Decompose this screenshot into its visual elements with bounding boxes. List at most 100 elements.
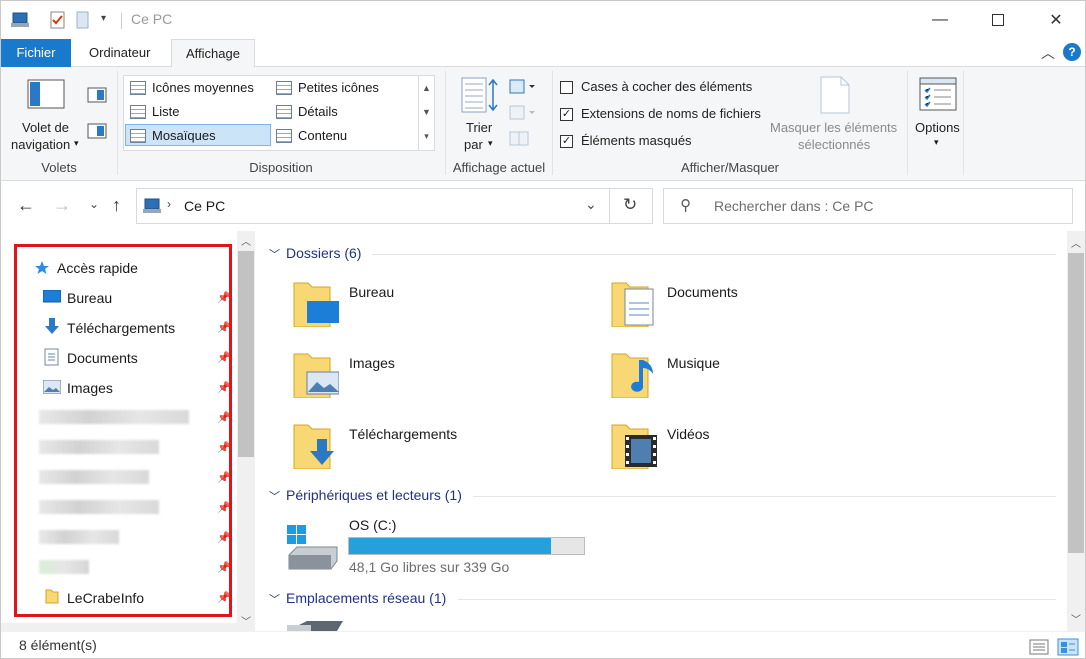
up-arrow-icon[interactable]: ↑ [112,195,121,216]
section-divider [458,599,1056,600]
documents-folder-icon [611,282,654,327]
scroll-up-icon[interactable]: ︿ [1071,235,1081,250]
qat-separator [121,13,122,29]
new-folder-icon[interactable] [75,11,91,29]
address-bar[interactable]: › Ce PC ⌄ ↻ [136,188,653,224]
breadcrumb-chevron-icon[interactable]: › [167,197,171,211]
sort-dropdown-icon[interactable]: ▾ [488,138,493,149]
drive-tile-c[interactable]: OS (C:) 48,1 Go libres sur 339 Go [285,515,625,575]
options-icon[interactable] [919,77,957,111]
ribbon-tabs: Fichier Ordinateur Affichage ︿ ? [1,39,1085,68]
hidden-items-checkbox[interactable]: ✓ [560,135,573,148]
hidden-items-toggle[interactable]: ✓ Éléments masqués [560,133,770,151]
layout-label: Icônes moyennes [152,80,254,95]
folder-tile-documents[interactable]: Documents [611,277,911,333]
ribbon-separator [117,71,118,175]
layout-label: Détails [298,104,338,119]
layout-medium-icons[interactable]: Icônes moyennes [126,77,270,99]
back-arrow-icon[interactable]: ← [17,195,35,216]
section-collapse-icon[interactable]: ﹀ [269,246,280,262]
section-devices-header[interactable]: Périphériques et lecteurs (1) [286,487,462,503]
nav-pane-dropdown-icon[interactable]: ▾ [74,138,79,149]
options-dropdown-icon[interactable]: ▾ [934,137,939,148]
computer-icon[interactable] [11,11,31,29]
item-checkboxes-toggle[interactable]: Cases à cocher des éléments [560,79,770,97]
section-folders-header[interactable]: Dossiers (6) [286,245,361,261]
breadcrumb-path[interactable]: Ce PC [184,198,225,214]
folder-tile-telechargements[interactable]: Téléchargements [293,419,593,475]
nav-scrollbar[interactable]: ︿ ﹀ [237,231,255,631]
explorer-window: ▾ Ce PC — ✕ Fichier Ordinateur Affichage… [0,0,1086,659]
nav-pane-label-2: navigation [11,137,71,152]
hide-selected-label-1: Masquer les éléments [770,120,898,135]
nav-pane-label-1: Volet de [22,120,69,135]
pictures-folder-icon [293,353,339,398]
collapse-ribbon-icon[interactable]: ︿ [1041,43,1055,63]
network-location-icon[interactable] [287,617,347,631]
scroll-down-icon[interactable]: ﹀ [1071,611,1081,626]
search-input[interactable]: Rechercher dans : Ce PC [714,198,874,214]
tab-ordinateur[interactable]: Ordinateur [75,39,164,67]
details-pane-icon[interactable] [87,123,107,139]
scroll-up-icon[interactable]: ︿ [241,233,251,248]
refresh-icon[interactable]: ↻ [623,195,637,215]
qat-dropdown-icon[interactable]: ▾ [101,13,106,24]
details-icon [276,105,292,119]
content-scrollbar[interactable]: ︿ ﹀ [1067,231,1085,631]
address-dropdown-icon[interactable]: ⌄ [585,196,597,213]
section-collapse-icon[interactable]: ﹀ [269,488,280,504]
recent-locations-icon[interactable]: ⌄ [89,197,99,211]
sort-label-1: Trier [466,120,493,135]
nav-scroll-thumb[interactable] [238,251,254,457]
volets-group-label: Volets [41,160,77,175]
search-box[interactable]: ⚲ Rechercher dans : Ce PC [663,188,1073,224]
folder-name: Vidéos [667,426,710,442]
folder-tile-musique[interactable]: Musique [611,348,911,404]
layout-list[interactable]: Liste [126,101,270,123]
maximize-button[interactable] [969,1,1027,39]
details-view-icon[interactable] [1029,639,1049,655]
minimize-button[interactable]: — [911,1,969,39]
file-extensions-checkbox[interactable]: ✓ [560,108,573,121]
preview-pane-icon[interactable] [87,87,107,103]
content-icon [276,129,292,143]
section-divider [473,496,1056,497]
add-columns-icon [509,105,535,120]
layout-details[interactable]: Détails [272,101,416,123]
group-by-icon[interactable] [509,79,537,95]
drive-name: OS (C:) [349,517,397,533]
close-button[interactable]: ✕ [1027,1,1085,39]
section-network-header[interactable]: Emplacements réseau (1) [286,590,446,606]
layout-content[interactable]: Contenu [272,125,416,147]
tab-affichage[interactable]: Affichage [171,39,255,68]
title-bar: ▾ Ce PC — ✕ [1,1,1085,39]
hide-selected-icon [820,76,850,114]
options-label[interactable]: Options [915,120,960,135]
nav-horizontal-scrollbar[interactable] [1,623,237,631]
folder-tile-images[interactable]: Images [293,348,593,404]
windows-drive-icon [287,525,338,570]
layout-tiles[interactable]: Mosaïques [125,124,271,146]
videos-folder-icon [611,424,657,469]
gallery-scroll[interactable]: ▲ ▼ ▾ [419,75,435,151]
downloads-folder-icon [293,424,334,469]
forward-arrow-icon[interactable]: → [53,195,71,216]
tiles-view-icon[interactable] [1057,638,1079,656]
tab-fichier[interactable]: Fichier [1,39,71,67]
folder-tile-bureau[interactable]: Bureau [293,277,593,333]
content-scroll-thumb[interactable] [1068,253,1084,553]
status-bar: 8 élément(s) [1,631,1085,658]
item-checkboxes-checkbox[interactable] [560,81,573,94]
desktop-folder-icon [293,282,339,327]
properties-icon[interactable] [49,11,67,29]
show-hide-group-label: Afficher/Masquer [680,160,780,175]
scroll-down-icon[interactable]: ﹀ [241,613,251,628]
file-extensions-toggle[interactable]: ✓ Extensions de noms de fichiers [560,106,770,124]
folder-tile-videos[interactable]: Vidéos [611,419,911,475]
navigation-pane-icon[interactable] [27,79,65,109]
help-icon[interactable]: ? [1063,43,1081,61]
tiles-icon [130,129,146,143]
section-collapse-icon[interactable]: ﹀ [269,591,280,607]
layout-small-icons[interactable]: Petites icônes [272,77,416,99]
sort-by-icon[interactable] [461,77,499,113]
